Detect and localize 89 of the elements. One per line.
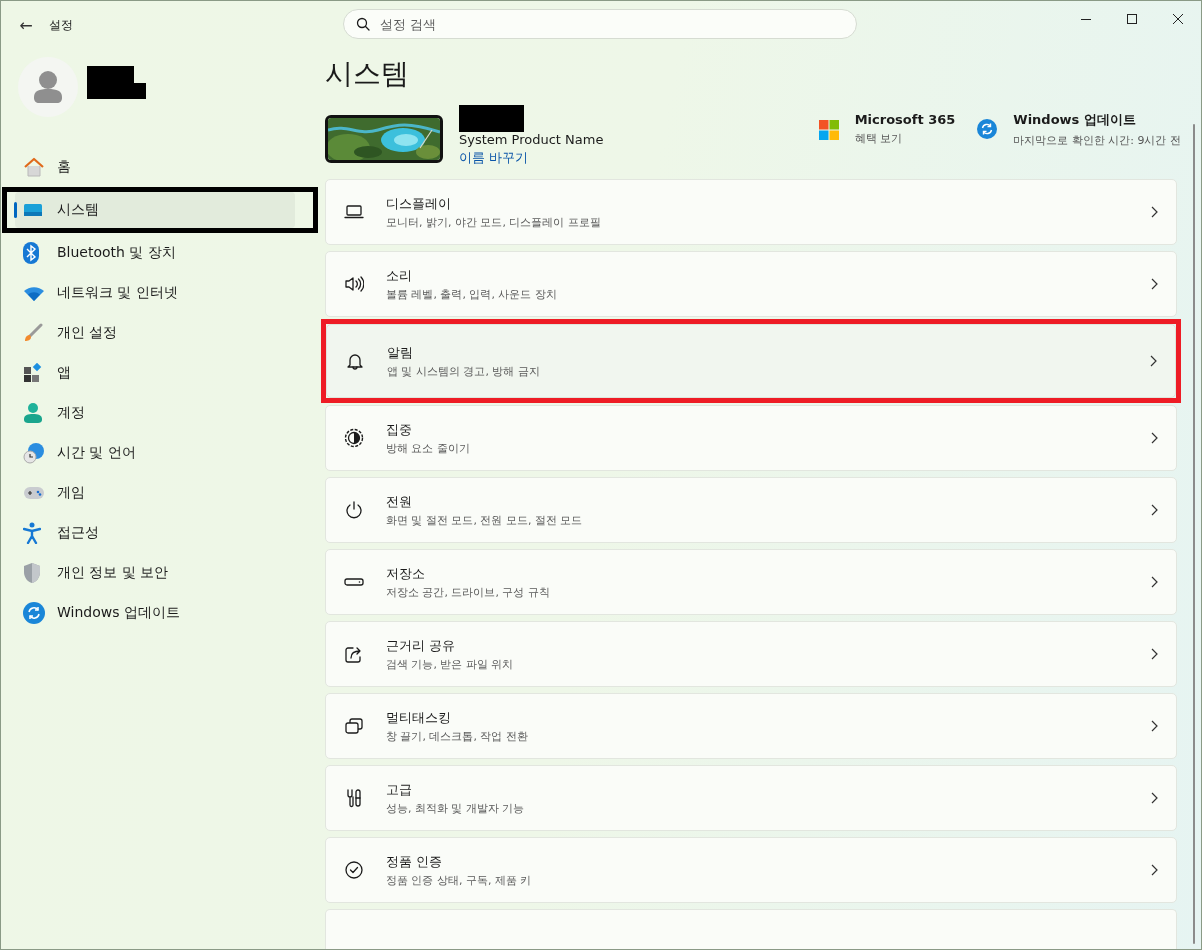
chevron-right-icon [1149, 355, 1157, 367]
settings-card[interactable]: 고급 성능, 최적화 및 개발자 기능 [325, 765, 1177, 831]
card-title: 저장소 [386, 564, 426, 583]
sidebar-item[interactable]: 개인 설정 [15, 315, 295, 351]
card-description: 저장소 공간, 드라이브, 구성 규칙 [386, 584, 551, 600]
scrollbar[interactable] [1193, 124, 1195, 944]
promo-title[interactable]: Microsoft 365 [854, 112, 956, 128]
apps-icon [23, 363, 43, 383]
card-title: 소리 [386, 266, 413, 285]
monitor-icon [23, 202, 43, 218]
close-icon[interactable] [1173, 14, 1183, 24]
card-description: 정품 인증 상태, 구독, 제품 키 [386, 872, 533, 888]
avatar-icon [18, 57, 78, 117]
maximize-icon[interactable] [1127, 14, 1137, 24]
promo-subtitle: 마지막으로 확인한 시간: 9시간 전 [1013, 132, 1181, 148]
focus-icon [344, 428, 364, 448]
sidebar-item[interactable]: Bluetooth 및 장치 [15, 235, 295, 271]
settings-card[interactable]: 집중 방해 요소 줄이기 [325, 405, 1177, 471]
settings-card[interactable]: 멀티태스킹 창 끌기, 데스크톱, 작업 전환 [325, 693, 1177, 759]
sidebar-item[interactable]: 게임 [15, 475, 295, 511]
settings-card[interactable]: 정품 인증 정품 인증 상태, 구독, 제품 키 [325, 837, 1177, 903]
card-description: 성능, 최적화 및 개발자 기능 [386, 800, 526, 816]
sidebar-item[interactable]: 시간 및 언어 [15, 435, 295, 471]
windows-icon [344, 716, 364, 736]
card-title: 알림 [387, 343, 414, 362]
shield-icon [23, 562, 41, 584]
sidebar-item[interactable]: 홈 [15, 149, 295, 185]
card-title: 근거리 공유 [386, 636, 457, 655]
card-description: 볼륨 레벨, 출력, 입력, 사운드 장치 [386, 286, 558, 302]
card-description: 창 끌기, 데스크톱, 작업 전환 [386, 728, 529, 744]
card-description: 모니터, 밝기, 야간 모드, 디스플레이 프로필 [386, 214, 602, 230]
share-icon [344, 644, 364, 664]
check-circle-icon [344, 860, 364, 880]
card-title: 정품 인증 [386, 852, 444, 871]
power-icon [344, 500, 364, 520]
card-title: 디스플레이 [386, 194, 452, 213]
settings-card[interactable]: 알림 앱 및 시스템의 경고, 방해 금지 [326, 324, 1176, 398]
globe-clock-icon [23, 442, 45, 464]
device-model: System Product Name [459, 132, 604, 148]
accessibility-icon [23, 522, 41, 544]
tools-icon [344, 788, 364, 808]
bell-icon [345, 351, 365, 371]
chevron-right-icon [1150, 206, 1158, 218]
sidebar-item[interactable]: 앱 [15, 355, 295, 391]
chevron-right-icon [1150, 720, 1158, 732]
card-description: 앱 및 시스템의 경고, 방해 금지 [387, 363, 541, 379]
promo-title[interactable]: Windows 업데이트 [1013, 110, 1181, 129]
chevron-right-icon [1150, 648, 1158, 660]
chevron-right-icon [1150, 504, 1158, 516]
gamepad-icon [23, 486, 45, 500]
settings-card[interactable]: 근거리 공유 검색 기능, 받은 파일 위치 [325, 621, 1177, 687]
chevron-right-icon [1150, 864, 1158, 876]
wifi-icon [23, 285, 45, 301]
home-icon [23, 156, 45, 178]
speaker-icon [344, 274, 364, 294]
selection-indicator [14, 202, 17, 218]
refresh-icon [23, 602, 45, 624]
sidebar-item[interactable]: 네트워크 및 인터넷 [15, 275, 295, 311]
person-icon [23, 402, 43, 424]
settings-card[interactable]: 전원 화면 및 절전 모드, 전원 모드, 절전 모드 [325, 477, 1177, 543]
card-description: 화면 및 절전 모드, 전원 모드, 절전 모드 [386, 512, 584, 528]
four-squares-icon[interactable] [818, 120, 839, 141]
chevron-right-icon [1150, 432, 1158, 444]
back-button[interactable]: ← [11, 11, 41, 39]
card-title: 집중 [386, 420, 413, 439]
promo-subtitle: 혜택 보기 [854, 131, 904, 147]
sidebar-item[interactable]: Windows 업데이트 [15, 595, 295, 631]
sidebar-item[interactable]: 계정 [15, 395, 295, 431]
refresh-icon[interactable] [977, 118, 998, 139]
sidebar-item[interactable]: 개인 정보 및 보안 [15, 555, 295, 591]
search-field[interactable]: 설정 검색 [343, 9, 857, 39]
rename-link[interactable]: 이름 바꾸기 [459, 149, 604, 168]
bluetooth-icon [23, 242, 39, 264]
chevron-right-icon [1150, 278, 1158, 290]
settings-card[interactable]: 디스플레이 모니터, 밝기, 야간 모드, 디스플레이 프로필 [325, 179, 1177, 245]
chevron-right-icon [1150, 792, 1158, 804]
card-title: 멀티태스킹 [386, 708, 452, 727]
sidebar-item[interactable]: 시스템 [15, 192, 295, 228]
chevron-right-icon [1150, 576, 1158, 588]
card-title: 고급 [386, 780, 413, 799]
brush-icon [23, 323, 43, 343]
window-title: 설정 [49, 16, 73, 34]
card-description: 방해 요소 줄이기 [386, 440, 471, 456]
card-description: 검색 기능, 받은 파일 위치 [386, 656, 515, 672]
card-title: 전원 [386, 492, 413, 511]
sidebar-item[interactable]: 접근성 [15, 515, 295, 551]
page-title: 시스템 [325, 56, 410, 92]
settings-card[interactable]: 저장소 저장소 공간, 드라이브, 구성 규칙 [325, 549, 1177, 615]
settings-card[interactable]: 소리 볼륨 레벨, 출력, 입력, 사운드 장치 [325, 251, 1177, 317]
